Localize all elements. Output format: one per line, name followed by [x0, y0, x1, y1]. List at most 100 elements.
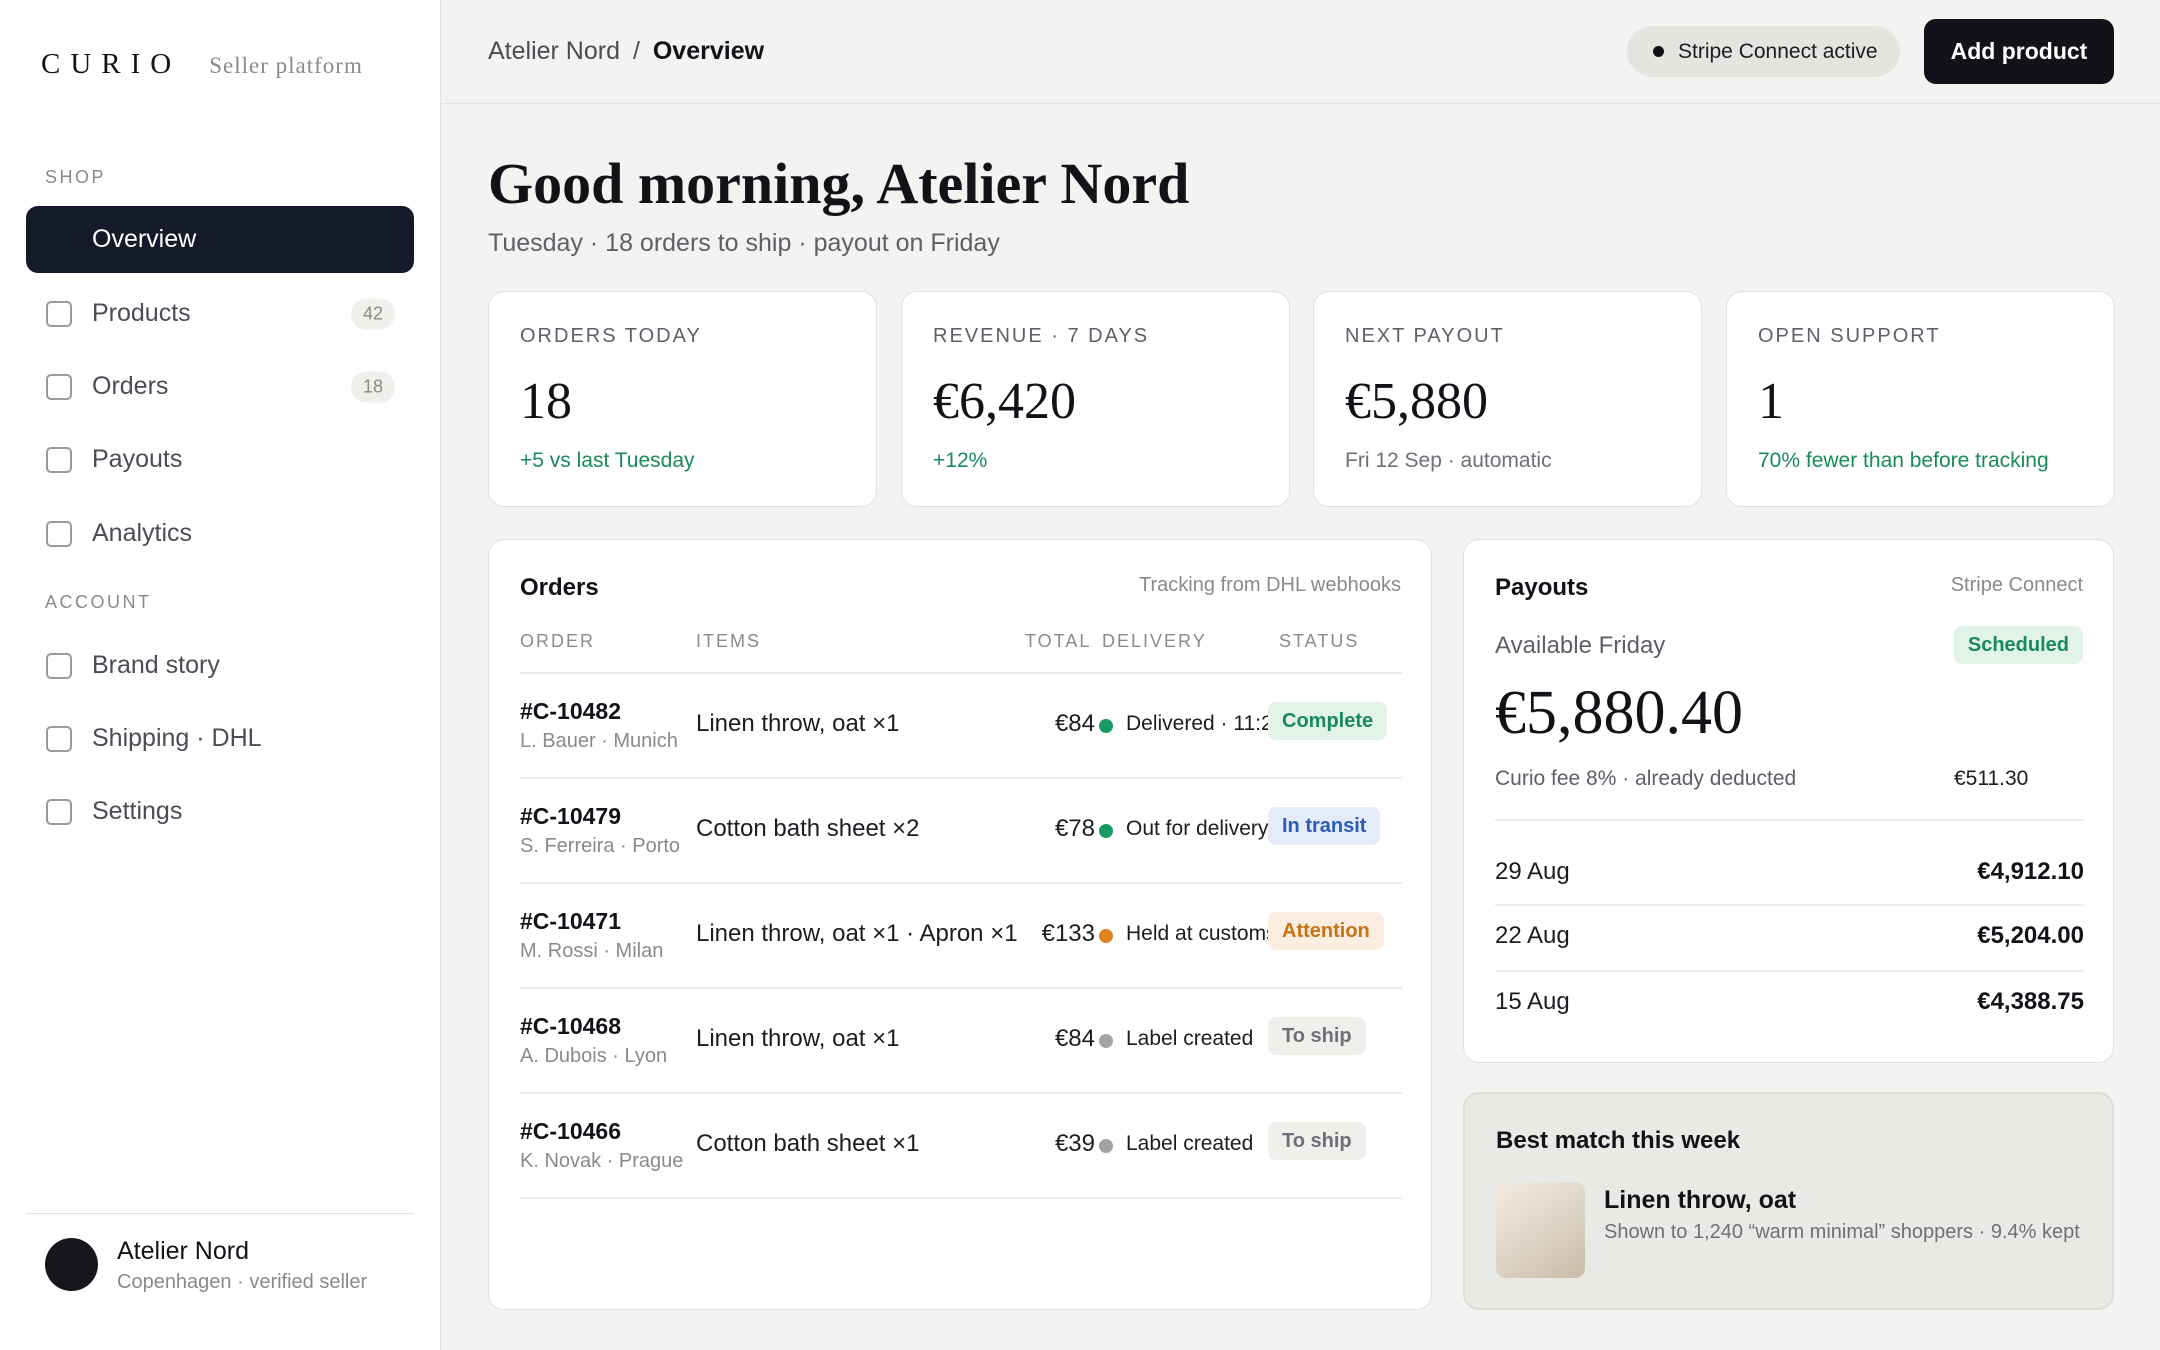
brand-logo: CURIO — [41, 48, 182, 80]
brand[interactable]: CURIO Seller platform — [41, 48, 363, 81]
table-row[interactable]: #C-10468 A. Dubois · Lyon Linen throw, o… — [520, 989, 1402, 1094]
orders-meta: Tracking from DHL webhooks — [1139, 574, 1401, 596]
sidebar-item-settings[interactable]: Settings — [26, 778, 414, 845]
sidebar-item-label: Brand story — [92, 651, 220, 679]
orders-panel: Orders Tracking from DHL webhooks ORDER … — [488, 539, 1432, 1310]
status-badge: In transit — [1268, 807, 1381, 845]
order-id[interactable]: #C-10479 — [520, 803, 621, 830]
order-id[interactable]: #C-10471 — [520, 908, 621, 935]
divider — [1495, 970, 2084, 972]
best-match-title: Best match this week — [1496, 1127, 1741, 1154]
order-delivery: Held at customs — [1126, 922, 1277, 945]
orders-title: Orders — [520, 574, 599, 601]
sidebar: CURIO Seller platform SHOP Overview Prod… — [0, 0, 441, 1350]
order-customer: A. Dubois · Lyon — [520, 1045, 668, 1067]
order-items: Linen throw, oat ×1 · Apron ×1 — [696, 920, 1018, 947]
order-total: €78 — [1054, 815, 1095, 842]
kpi-card-orders-today[interactable]: ORDERS TODAY 18 +5 vs last Tuesday — [488, 291, 877, 507]
table-row[interactable]: #C-10471 M. Rossi · Milan Linen throw, o… — [520, 884, 1402, 989]
kpi-note: +5 vs last Tuesday — [520, 449, 695, 472]
sidebar-item-shipping[interactable]: Shipping · DHL — [26, 705, 414, 772]
payout-history-row[interactable]: 29 Aug €4,912.10 — [1495, 858, 2084, 886]
payout-date: 29 Aug — [1495, 858, 1570, 885]
sidebar-item-brand-story[interactable]: Brand story — [26, 632, 414, 699]
payout-history-amount: €4,388.75 — [1977, 988, 2084, 1015]
add-product-button[interactable]: Add product — [1924, 19, 2114, 84]
sidebar-item-label: Overview — [92, 225, 197, 253]
delivery-status-dot-icon — [1099, 824, 1113, 838]
kpi-card-revenue[interactable]: REVENUE · 7 DAYS €6,420 +12% — [901, 291, 1290, 507]
sidebar-item-overview[interactable]: Overview — [26, 206, 414, 273]
delivery-status-dot-icon — [1099, 1139, 1113, 1153]
breadcrumb-separator: / — [632, 37, 640, 65]
column-header-delivery[interactable]: DELIVERY — [1102, 631, 1207, 652]
order-customer: S. Ferreira · Porto — [520, 835, 681, 857]
order-id[interactable]: #C-10468 — [520, 1013, 621, 1040]
payout-history-amount: €4,912.10 — [1977, 858, 2084, 885]
avatar[interactable] — [45, 1238, 98, 1291]
kpi-card-open-support[interactable]: OPEN SUPPORT 1 70% fewer than before tra… — [1726, 291, 2115, 507]
kpi-card-next-payout[interactable]: NEXT PAYOUT €5,880 Fri 12 Sep · automati… — [1313, 291, 1702, 507]
checkbox-icon — [46, 446, 72, 473]
stripe-status-pill[interactable]: Stripe Connect active — [1627, 26, 1900, 77]
column-header-total[interactable]: TOTAL — [1025, 631, 1091, 652]
column-header-status[interactable]: STATUS — [1279, 631, 1359, 652]
payout-date: 22 Aug — [1495, 922, 1570, 949]
column-header-order[interactable]: ORDER — [520, 631, 595, 652]
user-meta: Copenhagen · verified seller — [117, 1271, 368, 1293]
kpi-label: ORDERS TODAY — [520, 325, 702, 347]
kpi-value: €5,880 — [1345, 373, 1488, 430]
order-total: €84 — [1054, 710, 1095, 737]
payout-amount: €5,880.40 — [1495, 679, 1743, 747]
order-customer: M. Rossi · Milan — [520, 940, 664, 962]
order-customer: K. Novak · Prague — [520, 1150, 684, 1172]
breadcrumb-parent[interactable]: Atelier Nord — [488, 37, 620, 65]
kpi-label: REVENUE · 7 DAYS — [933, 325, 1150, 347]
sidebar-item-label: Shipping · DHL — [92, 724, 262, 752]
payout-history-row[interactable]: 15 Aug €4,388.75 — [1495, 988, 2084, 1016]
page-subtitle: Tuesday · 18 orders to ship · payout on … — [488, 229, 1000, 257]
order-delivery: Label created — [1126, 1027, 1254, 1050]
checkbox-icon — [46, 300, 72, 327]
stripe-status-label: Stripe Connect active — [1678, 39, 1878, 63]
delivery-status-dot-icon — [1099, 929, 1113, 943]
order-items: Cotton bath sheet ×1 — [696, 1130, 920, 1157]
best-match-product[interactable]: Linen throw, oat — [1604, 1186, 1796, 1215]
order-items: Linen throw, oat ×1 — [696, 710, 900, 737]
status-badge: To ship — [1268, 1122, 1366, 1160]
sidebar-item-label: Analytics — [92, 519, 193, 547]
count-badge: 18 — [350, 371, 395, 402]
table-row[interactable]: #C-10466 K. Novak · Prague Cotton bath s… — [520, 1094, 1402, 1199]
delivery-status-dot-icon — [1099, 719, 1113, 733]
sidebar-item-analytics[interactable]: Analytics — [26, 500, 414, 567]
order-total: €84 — [1054, 1025, 1095, 1052]
page-title: Good morning, Atelier Nord — [488, 151, 1190, 216]
count-badge: 42 — [350, 298, 395, 329]
sidebar-item-payouts[interactable]: Payouts — [26, 426, 414, 493]
sidebar-item-products[interactable]: Products 42 — [26, 280, 414, 347]
table-row[interactable]: #C-10482 L. Bauer · Munich Linen throw, … — [520, 674, 1402, 779]
checkbox-icon — [46, 520, 72, 547]
table-row[interactable]: #C-10479 S. Ferreira · Porto Cotton bath… — [520, 779, 1402, 884]
delivery-status-dot-icon — [1099, 1034, 1113, 1048]
payout-available-label: Available Friday — [1495, 632, 1666, 659]
payout-history-amount: €5,204.00 — [1977, 922, 2084, 949]
order-total: €39 — [1054, 1130, 1095, 1157]
order-id[interactable]: #C-10466 — [520, 1118, 621, 1145]
divider — [1495, 904, 2084, 906]
sidebar-item-orders[interactable]: Orders 18 — [26, 353, 414, 420]
nav-section-shop: SHOP — [45, 167, 107, 187]
best-match-card[interactable]: Best match this week Linen throw, oat Sh… — [1463, 1092, 2114, 1310]
column-header-items[interactable]: ITEMS — [696, 631, 761, 652]
kpi-value: €6,420 — [933, 373, 1076, 430]
nav-section-account: ACCOUNT — [45, 592, 152, 612]
payout-history-row[interactable]: 22 Aug €5,204.00 — [1495, 922, 2084, 950]
order-items: Cotton bath sheet ×2 — [696, 815, 920, 842]
order-delivery: Out for delivery — [1126, 817, 1269, 840]
order-id[interactable]: #C-10482 — [520, 698, 621, 725]
user-name: Atelier Nord — [117, 1237, 249, 1265]
brand-subtitle: Seller platform — [209, 53, 363, 78]
breadcrumb-current: Overview — [652, 37, 765, 65]
payout-fee-label: Curio fee 8% · already deducted — [1495, 767, 1797, 790]
order-items: Linen throw, oat ×1 — [696, 1025, 900, 1052]
